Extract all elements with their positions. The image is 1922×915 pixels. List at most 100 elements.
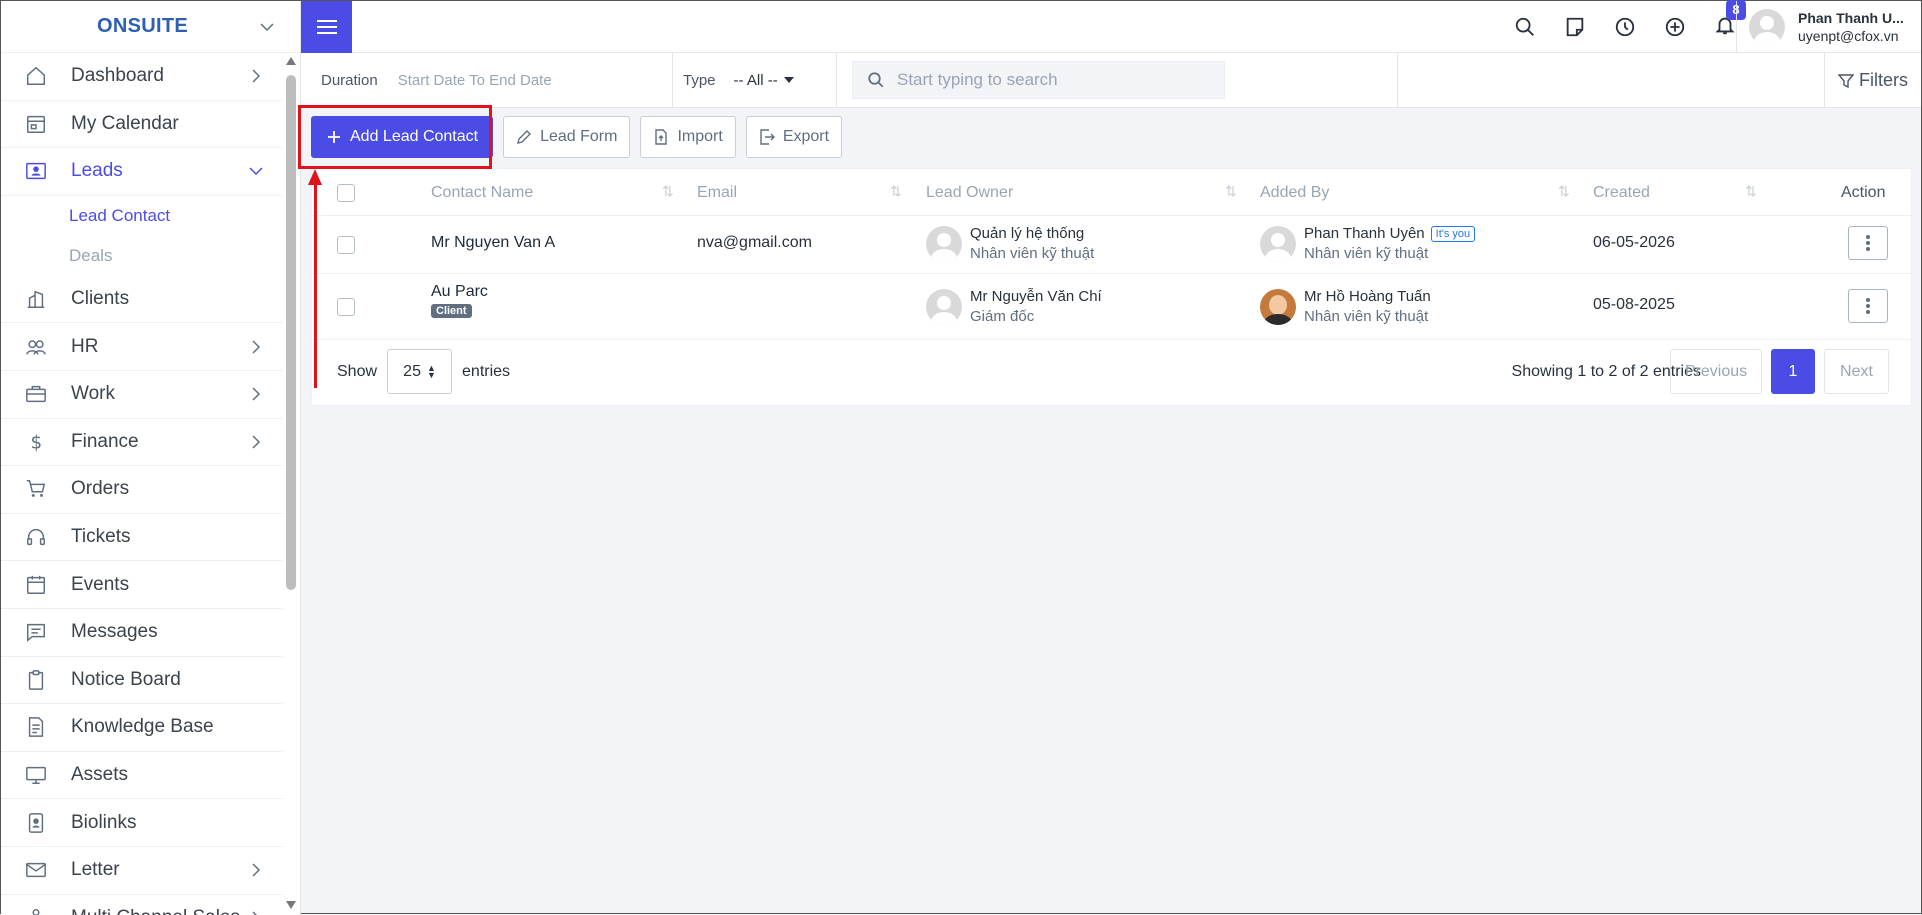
sidebar-item-orders[interactable]: Orders xyxy=(1,466,283,514)
lead-form-button[interactable]: Lead Form xyxy=(503,116,630,158)
sidebar-item-messages[interactable]: Messages xyxy=(1,609,283,657)
duration-value[interactable]: Start Date To End Date xyxy=(398,72,552,89)
contact-name[interactable]: Mr Nguyen Van A xyxy=(431,234,555,252)
export-icon xyxy=(759,129,775,145)
brand-logo: ONSUITE xyxy=(97,15,188,38)
leads-icon xyxy=(25,160,47,182)
owner-role: Giám đốc xyxy=(970,307,1102,327)
select-all-checkbox[interactable] xyxy=(337,184,355,202)
page-1-button[interactable]: 1 xyxy=(1771,349,1815,394)
owner-name[interactable]: Mr Nguyễn Văn Chí xyxy=(970,287,1102,307)
column-header-created[interactable]: Created xyxy=(1593,169,1650,216)
export-button[interactable]: Export xyxy=(746,116,842,158)
chevron-down-icon xyxy=(249,164,263,178)
row-action-button[interactable] xyxy=(1848,226,1888,260)
sidebar-item-biolinks[interactable]: Biolinks xyxy=(1,799,283,847)
filters-button[interactable]: Filters xyxy=(1824,53,1921,108)
added-by: Phan Thanh UyênIt's you Nhân viên kỹ thu… xyxy=(1304,224,1475,264)
sort-icon[interactable]: ⇅ xyxy=(1745,183,1757,200)
owner-name[interactable]: Quản lý hệ thống xyxy=(970,224,1094,244)
scrollbar-thumb[interactable] xyxy=(286,75,296,590)
sidebar-item-leads[interactable]: Leads xyxy=(1,148,283,196)
sort-icon[interactable]: ⇅ xyxy=(1225,183,1237,200)
row-action-button[interactable] xyxy=(1848,289,1888,323)
chevron-right-icon xyxy=(249,340,263,354)
chevron-right-icon xyxy=(249,435,263,449)
contact-name[interactable]: Au Parc xyxy=(431,283,488,301)
user-menu[interactable]: Phan Thanh U... uyenpt@cfox.vn xyxy=(1736,1,1921,53)
menu-toggle-button[interactable] xyxy=(301,1,352,53)
table-footer: Show 25▲▼ entries Showing 1 to 2 of 2 en… xyxy=(312,349,1911,394)
sidebar-subitem-lead-contact[interactable]: Lead Contact xyxy=(1,196,283,236)
entries-label: entries xyxy=(462,363,510,381)
column-header-lead-owner[interactable]: Lead Owner xyxy=(926,169,1013,216)
sidebar-item-hr[interactable]: HR xyxy=(1,323,283,371)
import-button[interactable]: Import xyxy=(640,116,735,158)
sidebar-item-assets[interactable]: Assets xyxy=(1,752,283,800)
filter-bar: Duration Start Date To End Date Type -- … xyxy=(301,53,1921,108)
row-checkbox[interactable] xyxy=(337,298,355,316)
clock-icon[interactable] xyxy=(1614,16,1636,38)
sidebar-item-label: Biolinks xyxy=(71,812,136,834)
duration-label: Duration xyxy=(321,72,378,89)
sort-icon[interactable]: ⇅ xyxy=(890,183,902,200)
sidebar-item-clients[interactable]: Clients xyxy=(1,276,283,324)
filters-label: Filters xyxy=(1859,70,1908,91)
sidebar-item-label: Tickets xyxy=(71,526,130,548)
export-label: Export xyxy=(783,128,829,146)
sidebar-item-letter[interactable]: Letter xyxy=(1,847,283,895)
sidebar-item-finance[interactable]: $ Finance xyxy=(1,419,283,467)
sidebar-item-my-calendar[interactable]: My Calendar xyxy=(1,101,283,149)
sidebar-item-work[interactable]: Work xyxy=(1,371,283,419)
sidebar-item-tickets[interactable]: Tickets xyxy=(1,514,283,562)
search-input[interactable] xyxy=(897,70,1197,90)
search-box[interactable] xyxy=(852,61,1225,99)
top-bar: 8 Phan Thanh U... uyenpt@cfox.vn xyxy=(301,1,1921,53)
id-card-icon xyxy=(25,812,47,834)
sidebar-subitem-deals[interactable]: Deals xyxy=(1,236,283,276)
column-header-email[interactable]: Email xyxy=(697,169,737,216)
row-checkbox[interactable] xyxy=(337,236,355,254)
search-icon[interactable] xyxy=(1514,16,1536,38)
previous-page-button[interactable]: Previous xyxy=(1670,349,1762,394)
search-icon xyxy=(867,71,885,89)
type-label: Type xyxy=(683,72,716,89)
next-page-button[interactable]: Next xyxy=(1824,349,1889,394)
added-by-role: Nhân viên kỹ thuật xyxy=(1304,244,1475,264)
sidebar-item-events[interactable]: Events xyxy=(1,561,283,609)
filter-icon xyxy=(1838,73,1854,89)
notifications[interactable]: 8 xyxy=(1714,14,1736,41)
add-circle-icon[interactable] xyxy=(1664,16,1686,38)
message-icon xyxy=(25,621,47,643)
building-icon xyxy=(25,288,47,310)
added-by-name[interactable]: Mr Hồ Hoàng Tuấn xyxy=(1304,287,1431,307)
sidebar-item-label: Work xyxy=(71,383,115,405)
column-header-added-by[interactable]: Added By xyxy=(1260,169,1329,216)
contact-name-cell: Au Parc Client xyxy=(431,283,488,319)
user-name: Phan Thanh U... xyxy=(1798,9,1904,27)
page-size-select[interactable]: 25▲▼ xyxy=(387,349,452,394)
brand-header[interactable]: ONSUITE xyxy=(1,1,300,53)
added-by-name[interactable]: Phan Thanh Uyên xyxy=(1304,225,1425,242)
sidebar-item-multi-channel-sales[interactable]: Multi Channel Sales xyxy=(1,895,283,915)
sort-icon[interactable]: ⇅ xyxy=(1558,183,1570,200)
scroll-down-icon[interactable] xyxy=(286,901,296,909)
sidebar-scrollbar[interactable] xyxy=(283,53,299,913)
column-header-contact-name[interactable]: Contact Name xyxy=(431,169,533,216)
created-date: 06-05-2026 xyxy=(1593,234,1675,252)
sidebar-item-dashboard[interactable]: Dashboard xyxy=(1,53,283,101)
sidebar-item-knowledge-base[interactable]: Knowledge Base xyxy=(1,704,283,752)
avatar xyxy=(926,289,962,325)
duration-filter[interactable]: Duration Start Date To End Date xyxy=(301,53,673,108)
sticky-note-icon[interactable] xyxy=(1564,16,1586,38)
chevron-down-icon[interactable] xyxy=(259,19,275,35)
type-select[interactable]: -- All -- xyxy=(734,72,778,89)
sidebar-item-notice-board[interactable]: Notice Board xyxy=(1,657,283,705)
contact-email: nva@gmail.com xyxy=(697,234,812,252)
scroll-up-icon[interactable] xyxy=(286,57,296,65)
type-filter[interactable]: Type -- All -- xyxy=(673,53,837,108)
monitor-icon xyxy=(25,764,47,786)
top-icons: 8 xyxy=(1514,1,1736,53)
sort-icon[interactable]: ⇅ xyxy=(662,183,674,200)
chevron-right-icon xyxy=(249,387,263,401)
